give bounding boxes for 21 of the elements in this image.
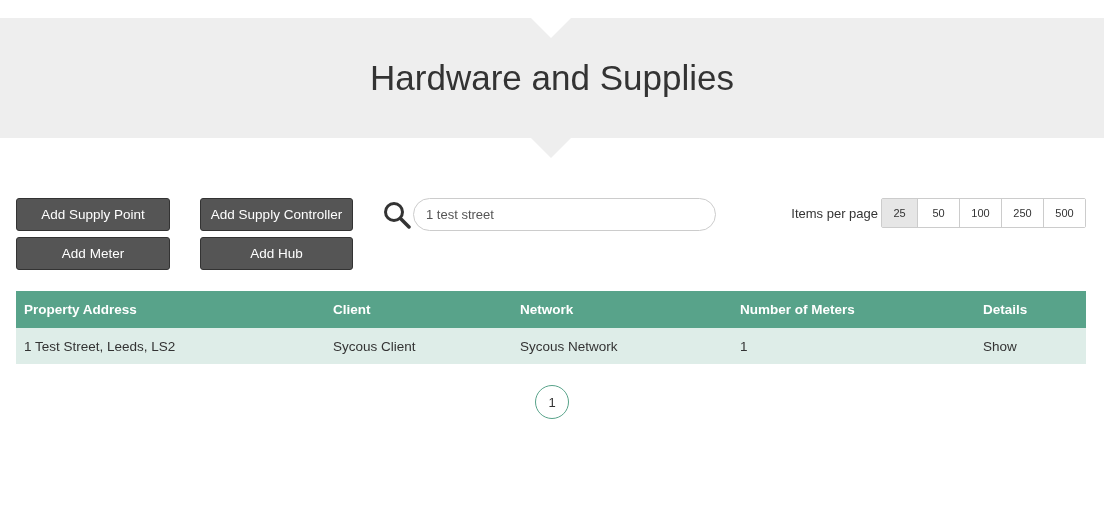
search-field[interactable]: 1 test street — [413, 198, 716, 231]
search-icon — [383, 200, 411, 229]
table-cell: Sycous Network — [512, 328, 732, 364]
column-header: Details — [975, 291, 1086, 328]
items-per-page-label: Items per page — [791, 205, 878, 221]
table-cell: 1 Test Street, Leeds, LS2 — [16, 328, 325, 364]
table-cell: 1 — [732, 328, 975, 364]
column-header: Property Address — [16, 291, 325, 328]
add-button[interactable]: Add Supply Controller — [200, 198, 353, 231]
add-button[interactable]: Add Meter — [16, 237, 170, 270]
column-header: Client — [325, 291, 512, 328]
page-title: Hardware and Supplies — [370, 58, 734, 98]
table-cell: Show — [975, 328, 1086, 364]
page-button[interactable]: 1 — [535, 385, 569, 419]
add-button[interactable]: Add Hub — [200, 237, 353, 270]
table-cell: Sycous Client — [325, 328, 512, 364]
page-size-option[interactable]: 25 — [882, 199, 917, 227]
add-button[interactable]: Add Supply Point — [16, 198, 170, 231]
column-header: Number of Meters — [732, 291, 975, 328]
column-header: Network — [512, 291, 732, 328]
page-size-option[interactable]: 500 — [1043, 199, 1085, 227]
